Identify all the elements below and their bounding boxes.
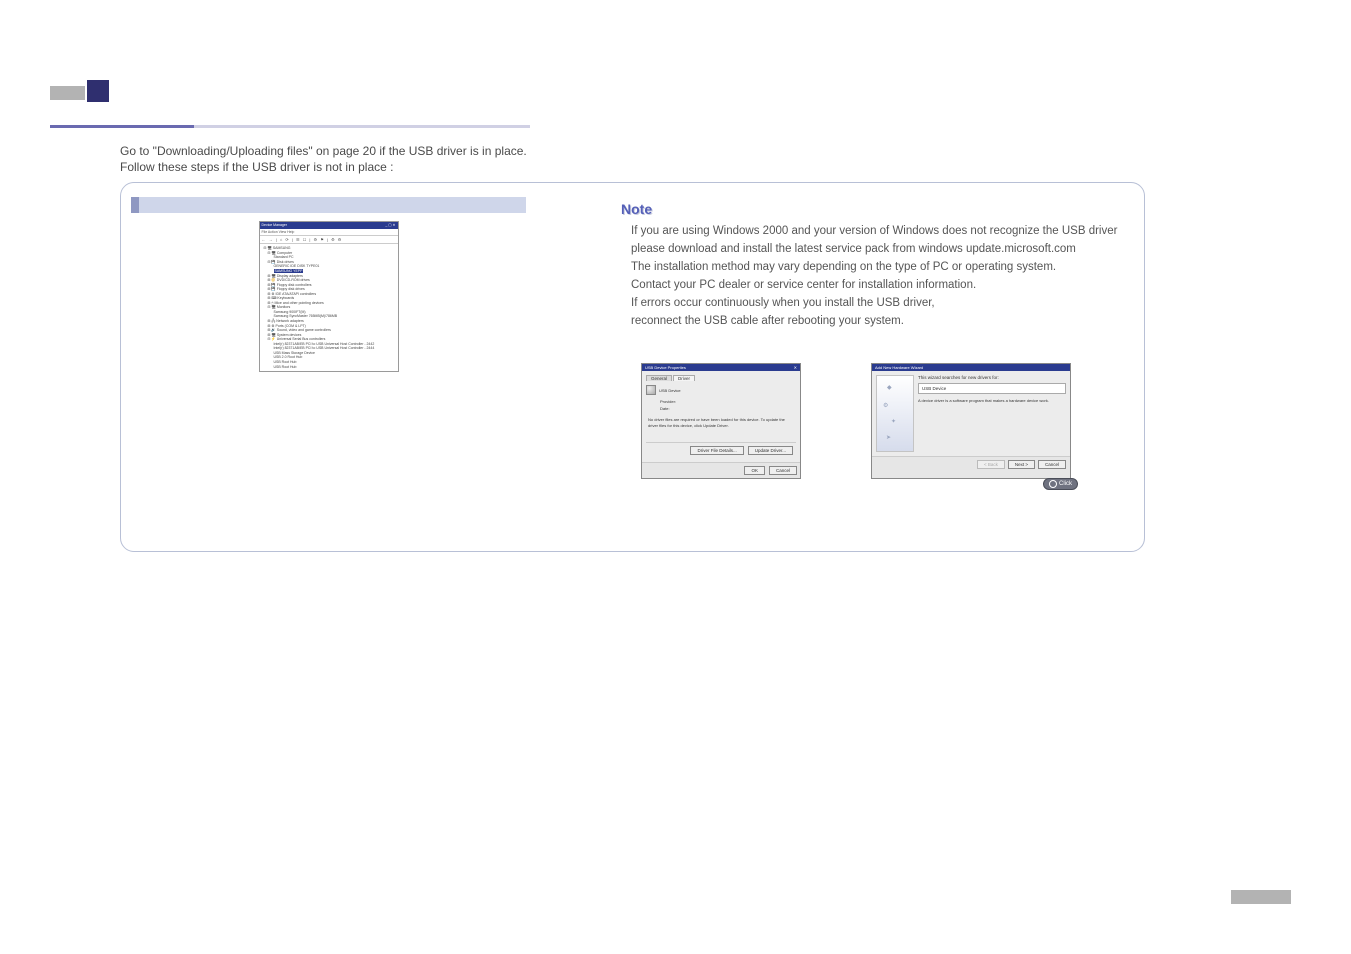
device-name: USB Device — [659, 388, 681, 393]
note-title: Note — [621, 201, 1121, 217]
toolbar: ← → | ⌂ ⟳ | ☰ ☐ | ⚙ ⚑ | ⚙ ⚙ — [260, 236, 398, 244]
click-callout-badge: Click — [1043, 478, 1078, 490]
close-icon[interactable]: ✕ — [794, 365, 797, 370]
device-manager-window: Device Manager _ ▢ ✕ File Action View He… — [259, 221, 399, 372]
dialog-row: USB Device Properties ✕ General Driver U… — [641, 363, 1071, 479]
usb-properties-dialog: USB Device Properties ✕ General Driver U… — [641, 363, 801, 479]
right-column: Note If you are using Windows 2000 and y… — [621, 201, 1121, 332]
hardware-wizard-dialog: Add New Hardware Wizard ◆⚙✦➤ This wizard… — [871, 363, 1071, 479]
update-driver-button[interactable]: Update Driver... — [748, 446, 793, 455]
device-tree: ⊟ 🖥 SAMSUNG⊟ 🖥 ComputerStandard PC⊟ 💾 Di… — [260, 244, 398, 371]
section-heading-bar — [131, 197, 526, 213]
wizard-device-name: USB Device — [918, 383, 1066, 394]
note-line: please download and install the latest s… — [621, 241, 1121, 257]
cancel-button[interactable]: Cancel — [1038, 460, 1066, 469]
tab-general[interactable]: General — [646, 375, 672, 381]
dialog-title: Add New Hardware Wizard — [875, 365, 923, 370]
note-line: If errors occur continuously when you in… — [621, 295, 1121, 311]
note-body: If you are using Windows 2000 and your v… — [621, 223, 1121, 330]
wizard-heading: This wizard searches for new drivers for… — [918, 375, 1066, 380]
date-label: Date: — [660, 406, 796, 411]
note-line: The installation method may vary dependi… — [621, 259, 1121, 275]
intro-line: Go to "Downloading/Uploading files" on p… — [120, 143, 527, 159]
intro-text: Go to "Downloading/Uploading files" on p… — [120, 143, 527, 175]
header-corner-ornament — [50, 86, 110, 100]
dialog-titlebar: USB Device Properties ✕ — [642, 364, 800, 371]
footer-corner-ornament — [1231, 890, 1291, 904]
dialog-title: USB Device Properties — [645, 365, 686, 370]
back-button: < Back — [977, 460, 1005, 469]
tab-driver[interactable]: Driver — [673, 375, 695, 381]
wizard-text: A device driver is a software program th… — [918, 398, 1066, 403]
tree-item: USB Root Hub — [264, 365, 394, 370]
provider-label: Provider: — [660, 399, 796, 404]
dialog-message: No driver files are required or have bee… — [648, 417, 794, 428]
left-column: Device Manager _ ▢ ✕ File Action View He… — [131, 197, 526, 372]
intro-line: Follow these steps if the USB driver is … — [120, 159, 527, 175]
wizard-sidebar-graphic: ◆⚙✦➤ — [876, 375, 914, 452]
note-line: reconnect the USB cable after rebooting … — [621, 313, 1121, 329]
click-label: Click — [1059, 481, 1072, 487]
dialog-titlebar: Add New Hardware Wizard — [872, 364, 1070, 371]
note-line: Contact your PC dealer or service center… — [621, 277, 1121, 293]
usb-device-icon — [646, 385, 656, 395]
content-panel: Device Manager _ ▢ ✕ File Action View He… — [120, 182, 1145, 552]
tab-strip: General Driver — [646, 375, 796, 381]
note-line: If you are using Windows 2000 and your v… — [621, 223, 1121, 239]
driver-details-button[interactable]: Driver File Details... — [690, 446, 743, 455]
window-controls: _ ▢ ✕ — [385, 223, 395, 228]
ok-button[interactable]: OK — [744, 466, 765, 475]
window-title: Device Manager — [262, 223, 287, 228]
cancel-button[interactable]: Cancel — [769, 466, 797, 475]
next-button[interactable]: Next > — [1008, 460, 1035, 469]
header-rule — [50, 125, 530, 128]
menubar: File Action View Help — [260, 229, 398, 237]
